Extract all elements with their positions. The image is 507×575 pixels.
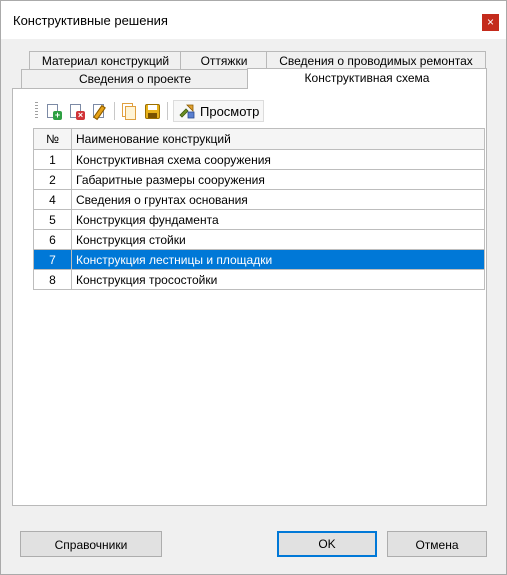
reference-button[interactable]: Справочники: [20, 531, 162, 557]
row-number: 6: [33, 229, 72, 250]
delete-document-icon[interactable]: ×: [67, 102, 85, 120]
title-bar: Конструктивные решения ×: [1, 1, 506, 39]
toolbar-grip[interactable]: [35, 102, 38, 120]
column-header-number[interactable]: №: [33, 128, 72, 150]
cancel-button[interactable]: Отмена: [387, 531, 487, 557]
table-row[interactable]: 8 Конструкция тросостойки: [33, 269, 485, 290]
row-name: Конструкция стойки: [71, 229, 485, 250]
ok-button[interactable]: OK: [277, 531, 377, 557]
row-name: Конструкция фундамента: [71, 209, 485, 230]
table-row[interactable]: 5 Конструкция фундамента: [33, 209, 485, 230]
row-number: 1: [33, 149, 72, 170]
constructions-table: № Наименование конструкций 1 Конструктив…: [33, 128, 485, 290]
tab-materials[interactable]: Материал конструкций: [29, 51, 182, 71]
toolbar: + × Просмотр: [35, 100, 265, 122]
table-row[interactable]: 1 Конструктивная схема сооружения: [33, 149, 485, 170]
table-row[interactable]: 4 Сведения о грунтах основания: [33, 189, 485, 210]
preview-button[interactable]: Просмотр: [173, 100, 265, 122]
window-title: Конструктивные решения: [13, 13, 168, 28]
row-name: Сведения о грунтах основания: [71, 189, 485, 210]
row-name: Конструктивная схема сооружения: [71, 149, 485, 170]
row-number: 7: [33, 249, 72, 270]
add-document-icon[interactable]: +: [44, 102, 62, 120]
column-header-name[interactable]: Наименование конструкций: [71, 128, 485, 150]
toolbar-separator: [114, 102, 115, 120]
row-number: 4: [33, 189, 72, 210]
table-row[interactable]: 6 Конструкция стойки: [33, 229, 485, 250]
dialog-window: Конструктивные решения × Материал констр…: [0, 0, 507, 575]
row-number: 2: [33, 169, 72, 190]
row-name: Конструкция тросостойки: [71, 269, 485, 290]
row-name: Конструкция лестницы и площадки: [71, 249, 485, 270]
save-icon[interactable]: [143, 102, 161, 120]
tab-structural-scheme[interactable]: Конструктивная схема: [247, 68, 487, 89]
preview-label: Просмотр: [200, 103, 260, 119]
edit-document-icon[interactable]: [90, 102, 108, 121]
row-number: 8: [33, 269, 72, 290]
preview-icon: [178, 102, 196, 120]
toolbar-separator: [167, 102, 168, 120]
tab-project-info[interactable]: Сведения о проекте: [21, 69, 249, 89]
row-number: 5: [33, 209, 72, 230]
close-button[interactable]: ×: [482, 14, 499, 31]
table-row-selected[interactable]: 7 Конструкция лестницы и площадки: [33, 249, 485, 270]
table-header-row: № Наименование конструкций: [33, 128, 485, 150]
row-name: Габаритные размеры сооружения: [71, 169, 485, 190]
table-row[interactable]: 2 Габаритные размеры сооружения: [33, 169, 485, 190]
copy-document-icon[interactable]: [120, 102, 138, 120]
